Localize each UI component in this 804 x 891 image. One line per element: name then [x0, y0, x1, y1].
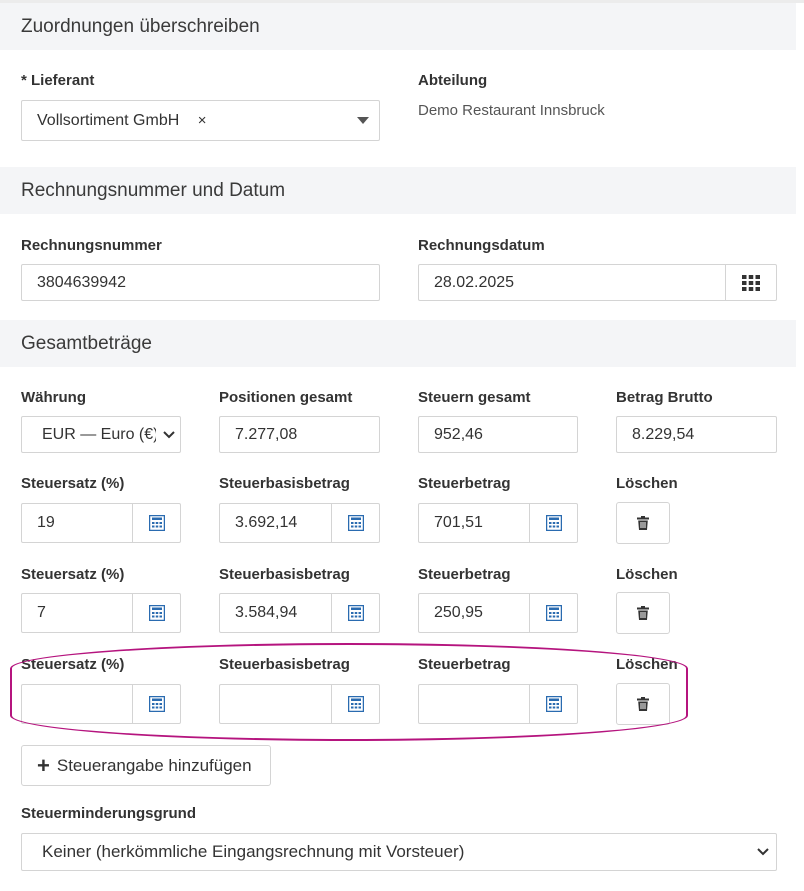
calculator-icon	[148, 605, 165, 621]
section-title-totals: Gesamtbeträge	[21, 333, 152, 354]
section-title-invoice: Rechnungsnummer und Datum	[21, 180, 286, 201]
invoice-date-input[interactable]: 28.02.2025	[418, 264, 777, 301]
calculator-button[interactable]	[331, 504, 379, 542]
gross-amount-input[interactable]: 8.229,54	[616, 416, 777, 453]
tax-base-value: 3.692,14	[235, 514, 298, 531]
calculator-button[interactable]	[331, 594, 379, 632]
tax-delete-label: Löschen	[616, 656, 678, 673]
tax-amount-value: 250,95	[434, 604, 483, 621]
delete-tax-button[interactable]	[616, 683, 670, 725]
tax-base-value: 3.584,94	[235, 604, 298, 621]
plus-icon: +	[37, 752, 50, 778]
calendar-button[interactable]	[725, 265, 776, 300]
calculator-button[interactable]	[529, 504, 577, 542]
calculator-button[interactable]	[132, 594, 180, 632]
calculator-icon	[148, 696, 165, 712]
add-tax-entry-label: Steuerangabe hinzufügen	[56, 755, 252, 775]
calculator-icon	[148, 515, 165, 531]
tax-amount-label: Steuerbetrag	[418, 566, 511, 583]
tax-rate-label: Steuersatz (%)	[21, 566, 125, 583]
invoice-number-label: Rechnungsnummer	[21, 237, 162, 254]
calculator-button[interactable]	[132, 685, 180, 723]
calculator-icon	[347, 515, 364, 531]
tax-reduction-select[interactable]: Keiner (herkömmliche Eingangsrechnung mi…	[21, 833, 777, 871]
chevron-down-icon	[163, 431, 175, 439]
tax-rate-value: 19	[37, 514, 55, 531]
tax-base-input[interactable]: 3.584,94	[219, 593, 380, 633]
invoice-number-input[interactable]: 3804639942	[21, 264, 380, 301]
tax-amount-input[interactable]: 250,95	[418, 593, 578, 633]
tax-rate-label: Steuersatz (%)	[21, 656, 125, 673]
tax-rate-input[interactable]	[21, 684, 181, 724]
gross-amount-label: Betrag Brutto	[616, 389, 713, 406]
tax-amount-label: Steuerbetrag	[418, 475, 511, 492]
tax-amount-label: Steuerbetrag	[418, 656, 511, 673]
add-tax-entry-button[interactable]: + Steuerangabe hinzufügen	[21, 745, 271, 786]
delete-tax-button[interactable]	[616, 502, 670, 544]
tax-amount-value: 701,51	[434, 514, 483, 531]
department-label: Abteilung	[418, 72, 488, 89]
currency-value: EUR — Euro (€)	[42, 426, 156, 443]
calculator-button[interactable]	[529, 594, 577, 632]
tax-base-label: Steuerbasisbetrag	[219, 566, 350, 583]
trash-icon	[637, 516, 649, 530]
tax-rate-input[interactable]: 7	[21, 593, 181, 633]
delete-tax-button[interactable]	[616, 592, 670, 634]
calculator-icon	[347, 605, 364, 621]
calculator-icon	[545, 696, 562, 712]
tax-reduction-label: Steuerminderungsgrund	[21, 805, 197, 822]
department-value: Demo Restaurant Innsbruck	[418, 102, 605, 119]
tax-rate-value: 7	[37, 604, 46, 621]
calendar-grid-icon	[742, 274, 760, 291]
positions-total-input[interactable]: 7.277,08	[219, 416, 380, 453]
tax-delete-label: Löschen	[616, 566, 678, 583]
tax-base-label: Steuerbasisbetrag	[219, 475, 350, 492]
calculator-icon	[545, 605, 562, 621]
calculator-button[interactable]	[331, 685, 379, 723]
tax-reduction-value: Keiner (herkömmliche Eingangsrechnung mi…	[42, 842, 465, 861]
taxes-total-input[interactable]: 952,46	[418, 416, 578, 453]
tax-base-input[interactable]: 3.692,14	[219, 503, 380, 543]
trash-icon	[637, 697, 649, 711]
chevron-down-icon	[757, 848, 769, 856]
calculator-button[interactable]	[529, 685, 577, 723]
tax-amount-input[interactable]: 701,51	[418, 503, 578, 543]
calculator-icon	[347, 696, 364, 712]
tax-base-input[interactable]	[219, 684, 380, 724]
invoice-date-label: Rechnungsdatum	[418, 237, 545, 254]
tax-amount-input[interactable]	[418, 684, 578, 724]
calculator-icon	[545, 515, 562, 531]
tax-base-label: Steuerbasisbetrag	[219, 656, 350, 673]
tax-delete-label: Löschen	[616, 475, 678, 492]
supplier-value: Vollsortiment GmbH	[37, 112, 180, 129]
currency-label: Währung	[21, 389, 86, 406]
taxes-total-label: Steuern gesamt	[418, 389, 531, 406]
supplier-select[interactable]: Vollsortiment GmbH ×	[21, 100, 380, 141]
trash-icon	[637, 606, 649, 620]
currency-select[interactable]: EUR — Euro (€)	[21, 416, 181, 453]
caret-down-icon	[357, 117, 369, 124]
calculator-button[interactable]	[132, 504, 180, 542]
section-title-assignments: Zuordnungen überschreiben	[21, 16, 260, 37]
tax-rate-label: Steuersatz (%)	[21, 475, 125, 492]
supplier-label: * Lieferant	[21, 72, 95, 89]
tax-rate-input[interactable]: 19	[21, 503, 181, 543]
supplier-clear-icon[interactable]: ×	[198, 112, 207, 129]
invoice-date-value: 28.02.2025	[434, 274, 515, 291]
positions-total-label: Positionen gesamt	[219, 389, 353, 406]
